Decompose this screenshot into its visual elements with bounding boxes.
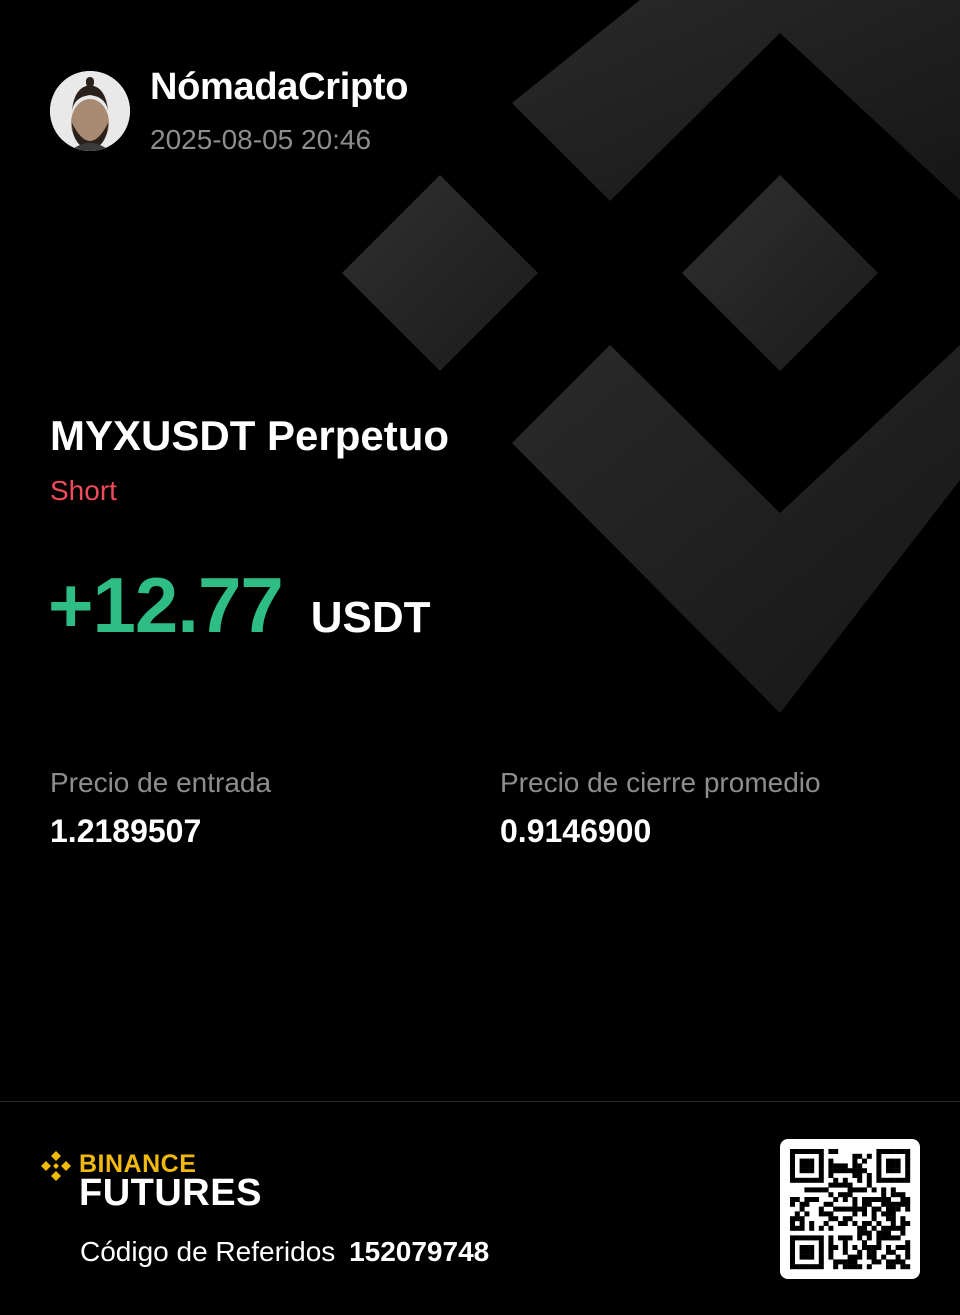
contract-pair-title: MYXUSDT Perpetuo: [50, 412, 450, 459]
referral-label: Código de Referidos: [80, 1236, 336, 1267]
entry-price-value: 1.2189507: [50, 813, 202, 849]
username: NómadaCripto: [150, 66, 409, 108]
footer-divider: [0, 1101, 960, 1102]
entry-price-block: Precio de entrada 1.2189507: [50, 767, 271, 850]
position-side: Short: [50, 475, 117, 506]
avatar[interactable]: [50, 71, 130, 151]
binance-diamond-icon: [41, 1151, 71, 1181]
qr-code-icon[interactable]: [780, 1139, 920, 1279]
referral-line: Código de Referidos 152079748: [80, 1236, 489, 1268]
referral-code[interactable]: 152079748: [349, 1236, 489, 1267]
binance-logo-background-icon: [342, 0, 960, 713]
pnl-unit: USDT: [310, 593, 431, 642]
qr-code-pattern: [790, 1149, 911, 1270]
entry-price-label: Precio de entrada: [50, 767, 272, 798]
share-timestamp: 2025-08-05 20:46: [150, 124, 372, 155]
pnl-row: +12.77 USDT: [48, 560, 431, 651]
brand-product: FUTURES: [79, 1172, 262, 1214]
close-price-label: Precio de cierre promedio: [500, 767, 821, 798]
pnl-value: +12.77: [48, 561, 284, 649]
avatar-photo: [50, 71, 130, 151]
close-price-value: 0.9146900: [500, 813, 652, 849]
close-price-block: Precio de cierre promedio 0.9146900: [500, 767, 821, 850]
